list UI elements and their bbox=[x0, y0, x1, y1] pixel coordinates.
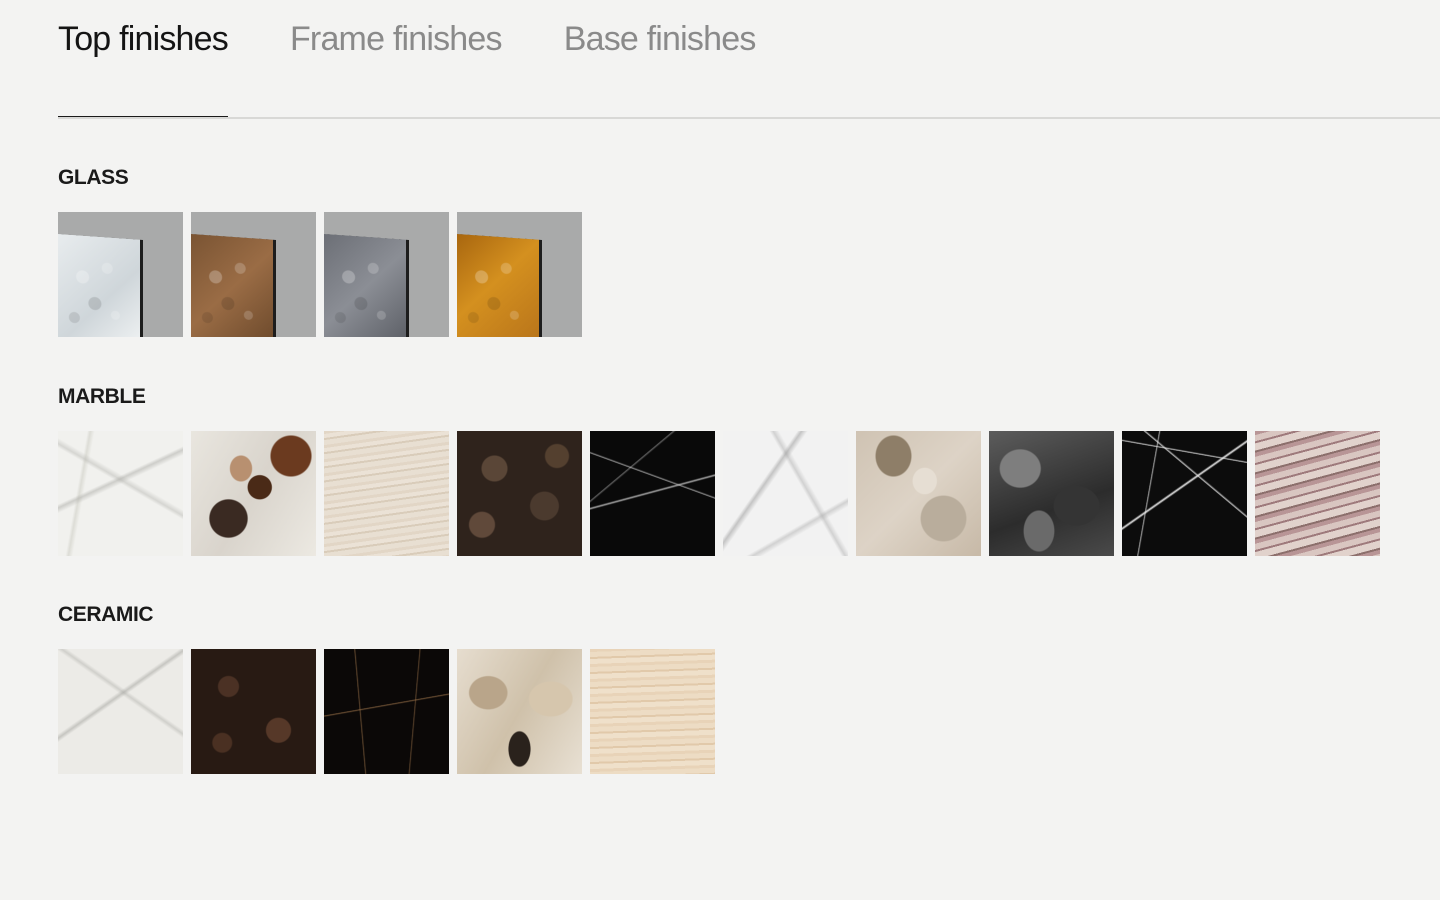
marble-swatch[interactable] bbox=[989, 431, 1114, 556]
finish-tabs: Top finishes Frame finishes Base finishe… bbox=[58, 0, 1440, 120]
ceramic-section-title: CERAMIC bbox=[58, 603, 154, 626]
ceramic-swatch[interactable] bbox=[191, 649, 316, 774]
marble-swatch[interactable] bbox=[1122, 431, 1247, 556]
glass-section-title: GLASS bbox=[58, 166, 129, 189]
glass-swatch-row bbox=[58, 212, 590, 337]
marble-swatch[interactable] bbox=[457, 431, 582, 556]
glass-swatch-amber[interactable] bbox=[457, 212, 582, 337]
ceramic-swatch[interactable] bbox=[457, 649, 582, 774]
glass-swatch-bronze[interactable] bbox=[191, 212, 316, 337]
marble-swatch[interactable] bbox=[1255, 431, 1380, 556]
marble-section: MARBLE bbox=[58, 385, 1388, 556]
ceramic-swatch-row bbox=[58, 649, 723, 774]
marble-swatch[interactable] bbox=[856, 431, 981, 556]
marble-swatch[interactable] bbox=[191, 431, 316, 556]
tabs-divider bbox=[58, 117, 1440, 119]
glass-swatch-smoke[interactable] bbox=[324, 212, 449, 337]
marble-section-title: MARBLE bbox=[58, 385, 146, 408]
ceramic-swatch[interactable] bbox=[58, 649, 183, 774]
ceramic-swatch[interactable] bbox=[324, 649, 449, 774]
glass-section: GLASS bbox=[58, 166, 590, 337]
ceramic-section: CERAMIC bbox=[58, 603, 723, 774]
marble-swatch[interactable] bbox=[324, 431, 449, 556]
marble-swatch-row bbox=[58, 431, 1388, 556]
marble-swatch[interactable] bbox=[723, 431, 848, 556]
marble-swatch[interactable] bbox=[58, 431, 183, 556]
tab-frame-finishes[interactable]: Frame finishes bbox=[290, 0, 503, 118]
ceramic-swatch[interactable] bbox=[590, 649, 715, 774]
tab-base-finishes[interactable]: Base finishes bbox=[564, 0, 757, 118]
glass-swatch-clear[interactable] bbox=[58, 212, 183, 337]
tab-top-finishes[interactable]: Top finishes bbox=[58, 0, 229, 119]
marble-swatch[interactable] bbox=[590, 431, 715, 556]
